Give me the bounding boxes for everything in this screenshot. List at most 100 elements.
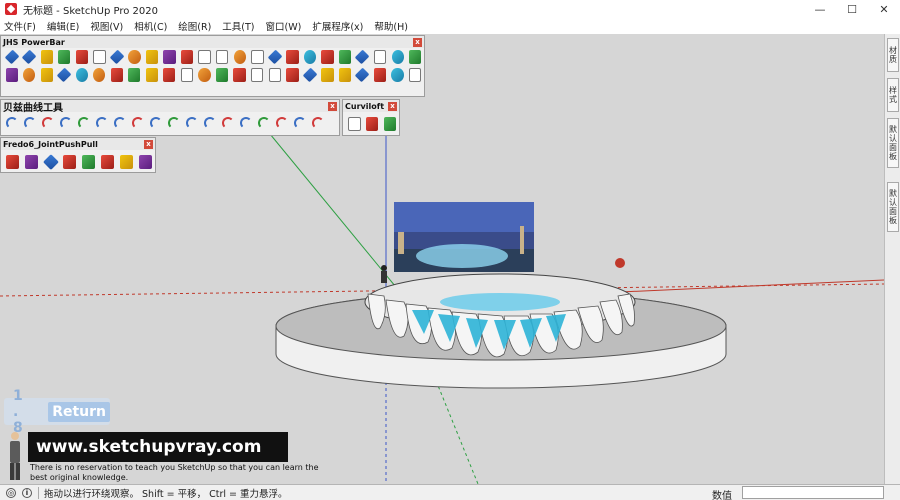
wave-curve-icon[interactable]	[168, 117, 180, 129]
return-button[interactable]: Return	[48, 401, 110, 422]
maximize-button[interactable]: ☐	[836, 0, 868, 18]
tool-icon[interactable]	[302, 67, 318, 83]
tool-icon[interactable]	[321, 68, 334, 82]
tool-icon[interactable]	[145, 50, 159, 64]
spiral-curve-icon[interactable]	[150, 117, 162, 129]
tool-icon[interactable]	[4, 49, 20, 65]
corner-curve-icon[interactable]	[186, 117, 198, 129]
arc-curve-icon[interactable]	[78, 117, 90, 129]
polyline-curve-icon[interactable]	[42, 117, 54, 129]
menu-extensions[interactable]: 扩展程序(x)	[312, 19, 363, 33]
tool-icon[interactable]	[355, 67, 370, 83]
menu-window[interactable]: 窗口(W)	[266, 19, 302, 33]
redo-pushpull-icon[interactable]	[119, 155, 134, 169]
tray-tab-styles[interactable]: 样式	[887, 78, 899, 112]
tool-icon[interactable]	[251, 50, 264, 64]
tool-icon[interactable]	[163, 68, 176, 82]
tool-icon[interactable]	[40, 50, 53, 64]
hook-curve-icon[interactable]	[222, 117, 234, 129]
settings-curve-icon[interactable]	[276, 117, 288, 129]
tool-icon[interactable]	[110, 68, 123, 82]
tool-icon[interactable]	[180, 50, 193, 64]
tool-icon[interactable]	[268, 68, 282, 82]
measurements-input[interactable]	[742, 486, 884, 499]
tool-icon[interactable]	[373, 68, 387, 82]
tool-icon[interactable]	[338, 68, 352, 82]
close-button[interactable]: ✕	[868, 0, 900, 18]
info-icon[interactable]: i	[22, 487, 32, 498]
menu-file[interactable]: 文件(F)	[4, 19, 36, 33]
tool-icon[interactable]	[267, 49, 283, 65]
follow-pushpull-icon[interactable]	[81, 155, 96, 169]
geolocation-icon[interactable]: ◎	[6, 487, 16, 498]
tool-icon[interactable]	[354, 49, 370, 65]
menu-edit[interactable]: 编辑(E)	[47, 19, 79, 33]
menu-camera[interactable]: 相机(C)	[134, 19, 167, 33]
tool-icon[interactable]	[163, 50, 176, 64]
tool-icon[interactable]	[286, 68, 299, 82]
square-curve-icon[interactable]	[114, 117, 126, 129]
fspline-icon[interactable]	[96, 117, 108, 129]
menu-draw[interactable]: 绘图(R)	[178, 19, 211, 33]
tool-icon[interactable]	[233, 50, 246, 64]
toolbar-close-button[interactable]: x	[328, 101, 337, 111]
tool-icon[interactable]	[40, 68, 53, 82]
ring-curve-icon[interactable]	[258, 117, 270, 129]
loop-curve-icon[interactable]	[294, 117, 306, 129]
tool-icon[interactable]	[128, 68, 141, 82]
menu-help[interactable]: 帮助(H)	[374, 19, 408, 33]
loft-path-icon[interactable]	[383, 117, 397, 131]
minimize-button[interactable]: —	[804, 0, 836, 18]
tool-icon[interactable]	[391, 50, 404, 64]
tri-curve-icon[interactable]	[312, 117, 324, 129]
skin-icon[interactable]	[365, 117, 379, 131]
tray-tab-materials[interactable]: 材质	[887, 38, 899, 72]
tool-icon[interactable]	[408, 50, 422, 64]
tool-icon[interactable]	[198, 50, 211, 64]
tool-icon[interactable]	[56, 67, 72, 83]
tool-icon[interactable]	[58, 50, 71, 64]
tool-icon[interactable]	[109, 49, 125, 65]
tool-icon[interactable]	[408, 68, 422, 82]
tool-icon[interactable]	[233, 68, 246, 82]
tray-tab-default-panel[interactable]: 默认面板	[887, 118, 899, 168]
tool-icon[interactable]	[75, 50, 88, 64]
menu-view[interactable]: 视图(V)	[90, 19, 123, 33]
tool-icon[interactable]	[250, 68, 264, 82]
bezier-curve-icon[interactable]	[6, 117, 18, 129]
tool-icon[interactable]	[145, 68, 158, 82]
settings-pushpull-icon[interactable]	[138, 155, 153, 169]
tool-icon[interactable]	[338, 50, 352, 64]
tool-icon[interactable]	[23, 68, 36, 82]
extrude-pushpull-icon[interactable]	[62, 155, 77, 169]
tool-icon[interactable]	[321, 50, 334, 64]
toolbar-close-button[interactable]: x	[144, 139, 153, 149]
tool-icon[interactable]	[128, 50, 141, 64]
tool-icon[interactable]	[303, 50, 317, 64]
tool-icon[interactable]	[215, 50, 229, 64]
elbow-curve-icon[interactable]	[204, 117, 216, 129]
tool-icon[interactable]	[93, 50, 106, 64]
normal-pushpull-icon[interactable]	[42, 154, 59, 170]
vector-pushpull-icon[interactable]	[24, 155, 39, 169]
loft-icon[interactable]	[347, 117, 361, 131]
undo-pushpull-icon[interactable]	[100, 155, 115, 169]
menu-tools[interactable]: 工具(T)	[222, 19, 254, 33]
edit-curve-icon[interactable]	[240, 117, 252, 129]
circle-curve-icon[interactable]	[132, 117, 144, 129]
tool-icon[interactable]	[75, 68, 88, 82]
tool-icon[interactable]	[5, 68, 18, 82]
toolbar-close-button[interactable]: x	[388, 101, 397, 111]
tool-icon[interactable]	[391, 68, 404, 82]
tray-tab-default-panel-2[interactable]: 默认面板	[887, 182, 899, 232]
tool-icon[interactable]	[93, 68, 106, 82]
cubic-curve-icon[interactable]	[60, 117, 72, 129]
tool-icon[interactable]	[215, 68, 229, 82]
spline-curve-icon[interactable]	[24, 117, 36, 129]
tool-icon[interactable]	[180, 68, 194, 82]
tool-icon[interactable]	[21, 49, 37, 65]
joint-pushpull-icon[interactable]	[5, 155, 20, 169]
tool-icon[interactable]	[286, 50, 299, 64]
toolbar-close-button[interactable]: x	[413, 37, 422, 47]
tool-icon[interactable]	[198, 68, 211, 82]
